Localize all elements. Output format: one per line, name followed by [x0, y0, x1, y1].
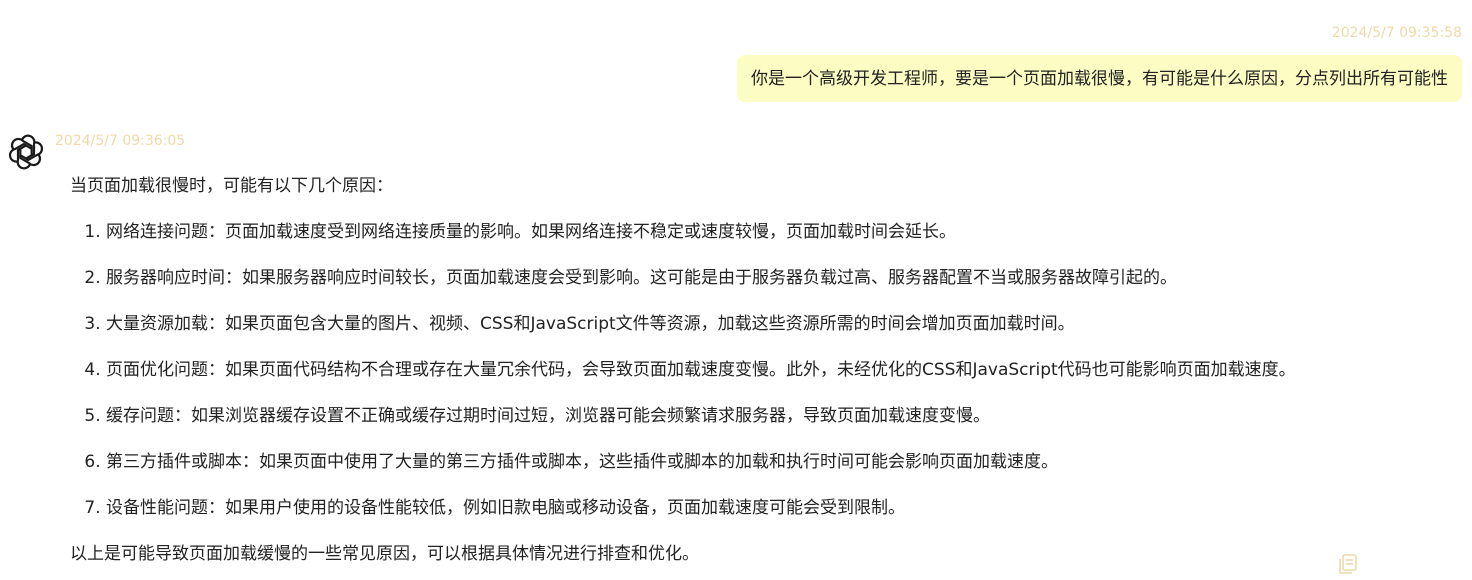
list-item: 大量资源加载：如果页面包含大量的图片、视频、CSS和JavaScript文件等资…	[106, 312, 1450, 336]
list-item: 缓存问题：如果浏览器缓存设置不正确或缓存过期时间过短，浏览器可能会频繁请求服务器…	[106, 404, 1450, 428]
assistant-message-body: 当页面加载很慢时，可能有以下几个原因： 网络连接问题：页面加载速度受到网络连接质…	[70, 174, 1450, 566]
list-item: 设备性能问题：如果用户使用的设备性能较低，例如旧款电脑或移动设备，页面加载速度可…	[106, 496, 1450, 520]
list-item: 服务器响应时间：如果服务器响应时间较长，页面加载速度会受到影响。这可能是由于服务…	[106, 266, 1450, 290]
user-message-timestamp: 2024/5/7 09:35:58	[1331, 25, 1462, 41]
reply-outro: 以上是可能导致页面加载缓慢的一些常见原因，可以根据具体情况进行排查和优化。	[70, 544, 699, 564]
user-message-bubble: 你是一个高级开发工程师，要是一个页面加载很慢，有可能是什么原因，分点列出所有可能…	[737, 55, 1462, 102]
list-item: 网络连接问题：页面加载速度受到网络连接质量的影响。如果网络连接不稳定或速度较慢，…	[106, 220, 1450, 244]
reply-intro: 当页面加载很慢时，可能有以下几个原因：	[70, 176, 393, 196]
reason-list: 网络连接问题：页面加载速度受到网络连接质量的影响。如果网络连接不稳定或速度较慢，…	[70, 220, 1450, 520]
assistant-message-timestamp: 2024/5/7 09:36:05	[55, 133, 186, 149]
copy-icon[interactable]	[1336, 552, 1360, 576]
list-item: 第三方插件或脚本：如果页面中使用了大量的第三方插件或脚本，这些插件或脚本的加载和…	[106, 450, 1450, 474]
openai-logo-icon	[8, 134, 44, 170]
chat-view: 2024/5/7 09:35:58 你是一个高级开发工程师，要是一个页面加载很慢…	[0, 0, 1472, 580]
list-item: 页面优化问题：如果页面代码结构不合理或存在大量冗余代码，会导致页面加载速度变慢。…	[106, 358, 1450, 382]
